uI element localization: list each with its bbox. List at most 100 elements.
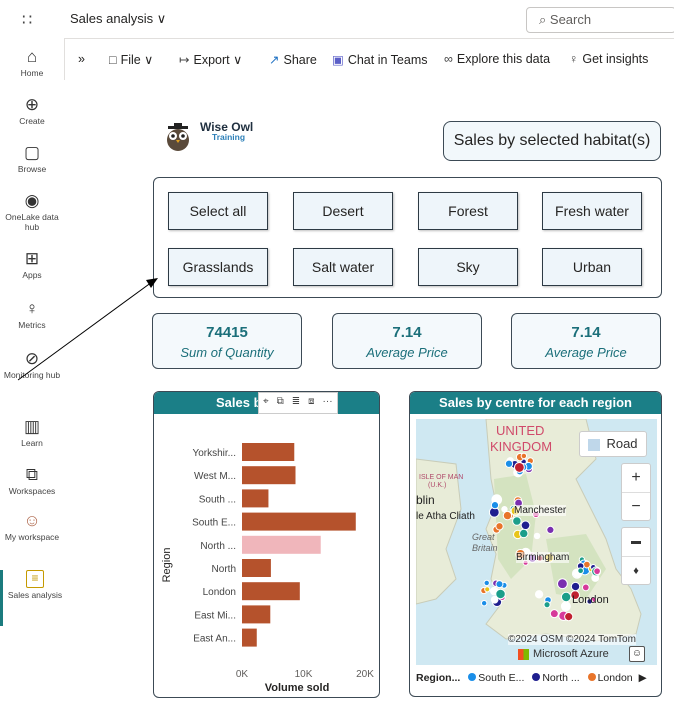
- map-bubble[interactable]: [484, 586, 491, 593]
- trophy-icon: ♀: [25, 299, 39, 318]
- nav-onelake[interactable]: ◉ OneLake data hub: [0, 191, 64, 233]
- bar-2[interactable]: [242, 489, 269, 508]
- avatar: ☺: [23, 511, 41, 530]
- map-canvas[interactable]: UNITED KINGDOM ISLE OF MAN (U.K.) blin l…: [416, 419, 657, 665]
- map-bubble[interactable]: [501, 506, 508, 513]
- nav-sales-analysis[interactable]: ≡ Sales analysis: [0, 570, 67, 626]
- map-bubble[interactable]: [520, 520, 531, 531]
- map-bubble[interactable]: [480, 599, 488, 607]
- habitat-button[interactable]: Salt water: [293, 248, 393, 286]
- chat-in-teams-button[interactable]: ▣ Chat in Teams: [332, 52, 427, 67]
- share-button[interactable]: ↗ Share: [269, 52, 317, 67]
- nav-workspaces[interactable]: ⧉ Workspaces: [0, 466, 64, 497]
- compass-icon[interactable]: ♦: [622, 557, 650, 585]
- map-bubble[interactable]: [502, 510, 513, 521]
- habitat-button[interactable]: Grasslands: [168, 248, 268, 286]
- expand-pane-icon[interactable]: »: [78, 52, 85, 66]
- map-bubble[interactable]: [577, 567, 584, 575]
- map-bubble[interactable]: [581, 583, 590, 592]
- map-bubble[interactable]: [556, 578, 568, 590]
- map-bubble[interactable]: [570, 581, 581, 592]
- map-bubble[interactable]: [564, 612, 574, 622]
- nav-monitoring[interactable]: ⊘ Monitoring hub: [0, 350, 64, 381]
- feedback-icon[interactable]: ☺: [629, 646, 645, 662]
- filter-icon[interactable]: ≣: [288, 393, 304, 413]
- x-axis-title: Volume sold: [265, 682, 330, 694]
- habitat-button[interactable]: Desert: [293, 192, 393, 230]
- map-bubble[interactable]: [560, 601, 571, 612]
- file-menu[interactable]: □ File ∨: [109, 52, 153, 67]
- habitat-button[interactable]: Urban: [542, 248, 642, 286]
- bar-6[interactable]: [242, 582, 300, 601]
- map-bubble[interactable]: [513, 462, 525, 473]
- more-icon[interactable]: ···: [319, 393, 337, 413]
- left-nav: ⌂ Home ⊕ Create ▢ Browse ◉ OneLake data hub …: [0, 38, 65, 713]
- zoom-in-button[interactable]: +: [622, 464, 650, 493]
- map-bubble[interactable]: [483, 579, 490, 587]
- map-visual[interactable]: Sales by centre for each region UNITED K…: [409, 391, 662, 697]
- app-launcher-icon[interactable]: ∷: [22, 10, 33, 30]
- nav-browse[interactable]: ▢ Browse: [0, 144, 64, 175]
- map-bubble[interactable]: [520, 452, 528, 460]
- kpi-card-price-2[interactable]: 7.14 Average Price: [511, 313, 661, 369]
- kpi-label: Sum of Quantity: [180, 345, 274, 360]
- nav-label: Sales analysis: [7, 590, 63, 600]
- onelake-icon: ◉: [24, 191, 40, 210]
- search-input[interactable]: ⌕ Search: [526, 7, 674, 33]
- map-bubble[interactable]: [495, 522, 504, 531]
- map-bubble[interactable]: [504, 459, 514, 468]
- map-provider: Microsoft Azure: [518, 648, 609, 660]
- habitat-button[interactable]: Sky: [418, 248, 518, 286]
- map-bubble[interactable]: [593, 567, 601, 576]
- nav-my-workspace[interactable]: ☺ My workspace: [0, 511, 64, 543]
- get-insights-button[interactable]: ♀ Get insights: [569, 52, 648, 66]
- habitat-button[interactable]: Select all: [168, 192, 268, 230]
- nav-label: Monitoring hub: [3, 370, 61, 380]
- nav-label: OneLake data hub: [5, 212, 59, 232]
- map-bubble[interactable]: [512, 516, 522, 526]
- bar-3[interactable]: [242, 512, 356, 531]
- kpi-card-quantity[interactable]: 74415 Sum of Quantity: [152, 313, 302, 369]
- legend-next-icon[interactable]: ▶: [639, 672, 647, 684]
- legend-item[interactable]: North ...: [527, 672, 580, 684]
- map-bubble[interactable]: [543, 601, 551, 609]
- bar-7[interactable]: [242, 605, 271, 624]
- nav-metrics[interactable]: ♀ Metrics: [0, 299, 64, 331]
- map-bubble[interactable]: [490, 501, 500, 510]
- map-bubble[interactable]: [495, 580, 504, 589]
- bar-5[interactable]: [242, 559, 271, 577]
- export-menu[interactable]: ↦ Export ∨: [179, 52, 242, 67]
- map-bubble[interactable]: [549, 609, 559, 619]
- copy-icon[interactable]: ⧉: [273, 393, 288, 413]
- map-bubble[interactable]: [519, 528, 529, 539]
- nav-learn[interactable]: ▥ Learn: [0, 418, 64, 449]
- map-bubble[interactable]: [495, 588, 506, 600]
- nav-apps[interactable]: ⊞ Apps: [0, 250, 64, 281]
- kpi-card-price[interactable]: 7.14 Average Price: [332, 313, 482, 369]
- pin-icon[interactable]: ⌖: [259, 393, 273, 413]
- bar-8[interactable]: [242, 628, 257, 647]
- chat-label: Chat in Teams: [347, 53, 428, 67]
- legend-item[interactable]: London: [583, 672, 633, 684]
- breadcrumb-report-name[interactable]: Sales analysis ∨: [70, 11, 166, 27]
- nav-home[interactable]: ⌂ Home: [0, 48, 64, 79]
- nav-create[interactable]: ⊕ Create: [0, 96, 64, 127]
- habitat-button[interactable]: Forest: [418, 192, 518, 230]
- pitch-icon[interactable]: ▬: [622, 528, 650, 557]
- bar-4[interactable]: [242, 535, 321, 554]
- map-bubble[interactable]: [534, 590, 544, 599]
- focus-icon[interactable]: ⧈: [304, 393, 318, 413]
- nav-label: Apps: [22, 270, 42, 280]
- bar-0[interactable]: [242, 443, 295, 461]
- bar-chart-visual[interactable]: Sales b ⌖ ⧉ ≣ ⧈ ··· Region Volume sold Y…: [153, 391, 380, 698]
- bar-1[interactable]: [242, 466, 296, 485]
- map-bubble[interactable]: [546, 525, 555, 534]
- legend-item[interactable]: South E...: [463, 672, 524, 684]
- zoom-out-button[interactable]: −: [622, 493, 650, 521]
- road-style-button[interactable]: Road: [579, 431, 647, 457]
- lightbulb-icon: ♀: [569, 52, 579, 66]
- habitat-button[interactable]: Fresh water: [542, 192, 642, 230]
- map-bubble[interactable]: [533, 532, 541, 540]
- explore-data-button[interactable]: ∞ Explore this data: [444, 52, 550, 66]
- map-bubble[interactable]: [560, 591, 572, 603]
